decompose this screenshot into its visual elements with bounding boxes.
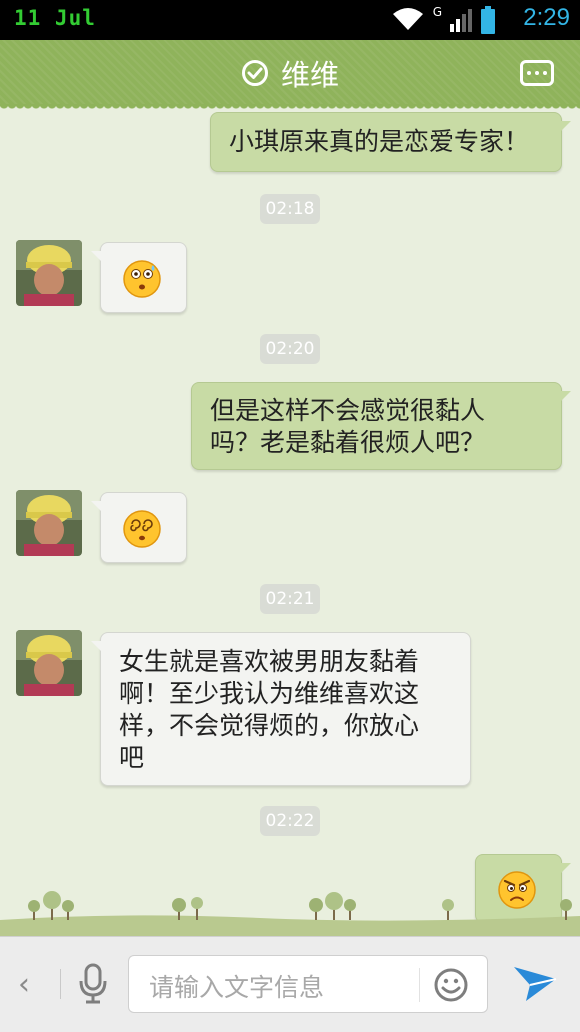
received-message[interactable]: 女生就是喜欢被男朋友黏着 啊！至少我认为维维喜欢这 样，不会觉得烦的，你放心 吧 bbox=[91, 632, 471, 786]
status-date: 11 Jul bbox=[14, 6, 96, 30]
dazed-face-emoji bbox=[123, 260, 161, 298]
sent-message[interactable]: 小琪原来真的是恋爱专家！ bbox=[210, 112, 571, 172]
message-text-line: 但是这样不会感觉很黏人 bbox=[210, 396, 486, 425]
input-divider bbox=[419, 968, 420, 1002]
message-text-line: 样，不会觉得烦的，你放心 bbox=[119, 711, 420, 740]
input-placeholder: 请输入文字信息 bbox=[149, 973, 325, 1002]
landscape-decoration bbox=[0, 891, 580, 936]
timestamp: 02:18 bbox=[260, 194, 320, 224]
message-text-line: 女生就是喜欢被男朋友黏着 bbox=[119, 647, 420, 676]
sent-message[interactable]: 但是这样不会感觉很黏人 吗？老是黏着很烦人吧？ bbox=[191, 382, 571, 470]
message-text-line: 吗？老是黏着很烦人吧？ bbox=[210, 428, 486, 457]
title-area: 维维 bbox=[0, 40, 580, 106]
contact-name: 维维 bbox=[280, 58, 339, 92]
timestamp: 02:20 bbox=[260, 334, 320, 364]
more-options-button[interactable] bbox=[520, 60, 554, 86]
message-input[interactable]: 请输入文字信息 bbox=[128, 955, 488, 1013]
dot-icon bbox=[535, 71, 539, 75]
message-text-line: 吧 bbox=[119, 743, 145, 772]
timestamp: 02:22 bbox=[260, 806, 320, 836]
received-message[interactable] bbox=[91, 492, 187, 563]
avatar-image bbox=[16, 240, 82, 306]
contact-avatar[interactable] bbox=[16, 240, 82, 306]
chat-header: 维维 bbox=[0, 40, 580, 112]
collapse-chevron-icon[interactable]: ‹ bbox=[18, 967, 30, 1002]
status-icons: G bbox=[391, 5, 496, 34]
dot-icon bbox=[543, 71, 547, 75]
emoji-smile-icon[interactable] bbox=[433, 967, 469, 1003]
wifi-icon bbox=[392, 8, 423, 30]
received-message[interactable] bbox=[91, 242, 187, 313]
avatar-image bbox=[16, 630, 82, 696]
status-time: 2:29 bbox=[523, 4, 570, 31]
dot-icon bbox=[527, 71, 531, 75]
input-bar: ‹ 请输入文字信息 bbox=[0, 936, 580, 1032]
message-list[interactable]: 小琪原来真的是恋爱专家！ 02:18 02:20 但是这样不会感觉很黏人 吗？老… bbox=[0, 106, 580, 936]
message-text: 小琪原来真的是恋爱专家！ bbox=[229, 127, 530, 156]
status-bar: 11 Jul G 2:29 bbox=[0, 0, 580, 40]
message-text-line: 啊！至少我认为维维喜欢这 bbox=[119, 679, 420, 708]
contact-avatar[interactable] bbox=[16, 630, 82, 696]
signal-type-label: G bbox=[432, 5, 442, 19]
signal-icon bbox=[450, 9, 472, 32]
online-check-icon bbox=[241, 60, 268, 86]
timestamp: 02:21 bbox=[260, 584, 320, 614]
microphone-icon[interactable] bbox=[76, 963, 110, 1005]
dizzy-face-emoji bbox=[123, 510, 161, 548]
contact-avatar[interactable] bbox=[16, 490, 82, 556]
avatar-image bbox=[16, 490, 82, 556]
battery-icon bbox=[481, 6, 495, 34]
send-icon[interactable] bbox=[512, 963, 558, 1003]
divider bbox=[60, 969, 61, 999]
